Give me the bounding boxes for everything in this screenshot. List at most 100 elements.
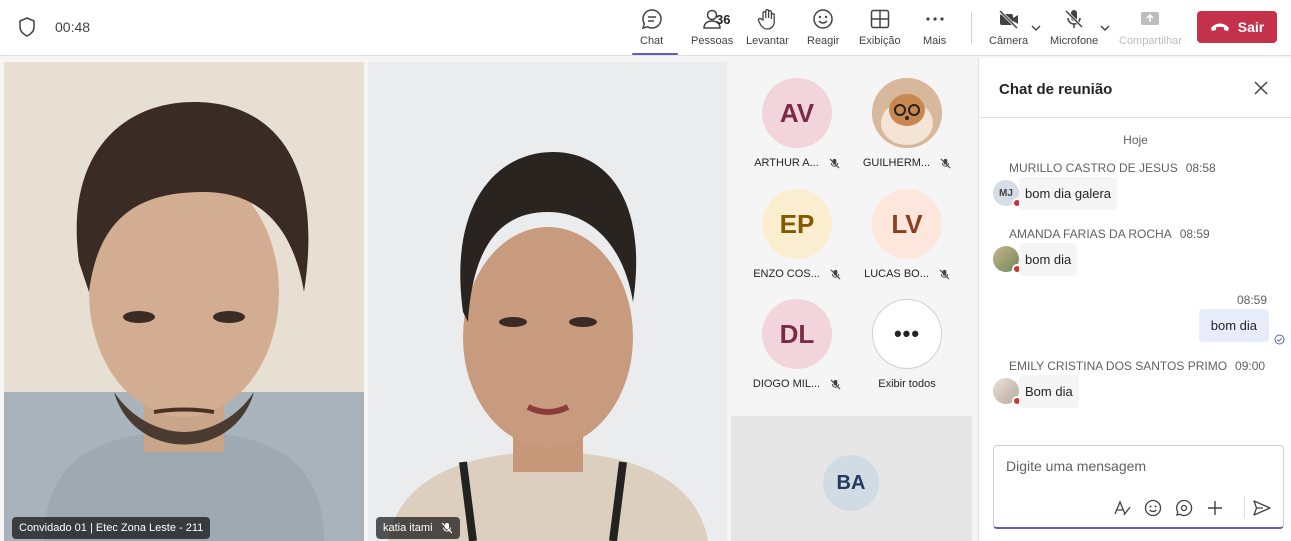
- participant-video-man: [4, 62, 364, 541]
- plus-icon[interactable]: [1205, 498, 1225, 518]
- participant-tile[interactable]: EP ENZO COS...: [742, 189, 852, 280]
- mic-off-icon: [441, 522, 452, 534]
- shield-icon: [19, 17, 35, 37]
- avatar: [993, 378, 1022, 406]
- participant-tile[interactable]: DL DIOGO MIL...: [742, 299, 852, 390]
- participant-video-woman: [368, 62, 727, 541]
- camera-button[interactable]: Câmera: [989, 8, 1028, 52]
- message-compose-box: [993, 445, 1284, 529]
- react-button[interactable]: Reagir: [807, 8, 839, 52]
- view-all-participants-button[interactable]: ••• Exibir todos: [852, 299, 962, 390]
- microphone-button[interactable]: Microfone: [1050, 8, 1098, 52]
- share-screen-icon: [1141, 12, 1160, 25]
- chat-icon: [641, 9, 662, 30]
- message-sender: MURILLO CASTRO DE JESUS: [1009, 161, 1178, 175]
- avatar: LV: [872, 189, 942, 259]
- avatar: BA: [823, 455, 879, 511]
- message-bubble: bom dia galera: [1019, 177, 1117, 210]
- participant-tile[interactable]: AV ARTHUR A...: [742, 78, 852, 169]
- raise-hand-button[interactable]: Levantar: [746, 8, 789, 52]
- participant-tile-label: ARTHUR A...: [742, 157, 852, 169]
- participant-name-tag: Convidado 01 | Etec Zona Leste - 211: [12, 517, 211, 539]
- video-tile-katia[interactable]: katia itami: [368, 62, 727, 541]
- people-label: Pessoas: [691, 35, 734, 47]
- mic-off-icon: [1065, 9, 1084, 29]
- close-icon[interactable]: [1254, 81, 1268, 95]
- more-icon: [926, 17, 944, 21]
- participant-name: ARTHUR A...: [754, 157, 819, 169]
- meeting-toolbar: 00:48 Chat Pessoas 36 Levantar Reagir Ex…: [0, 0, 1291, 56]
- message-bubble: bom dia: [1019, 243, 1078, 276]
- participant-tile-label: DIOGO MIL...: [742, 378, 852, 390]
- seen-check-icon: [1274, 334, 1285, 345]
- mic-off-icon: [939, 269, 950, 279]
- message-time: 08:59: [1179, 227, 1210, 241]
- toolbar-divider: [971, 12, 972, 44]
- participant-name-tag: katia itami: [376, 517, 460, 539]
- participant-tile-label: ENZO COS...: [742, 268, 852, 280]
- leave-label: Sair: [1237, 19, 1265, 35]
- avatar: DL: [762, 299, 832, 369]
- participant-name: LUCAS BO...: [864, 268, 929, 280]
- hang-up-phone-icon: [1210, 23, 1229, 31]
- participant-tile[interactable]: LV LUCAS BO...: [852, 189, 962, 280]
- mic-off-icon: [940, 158, 951, 168]
- message-time: 09:00: [1235, 359, 1266, 373]
- message-header: MURILLO CASTRO DE JESUS 08:58: [1009, 161, 1216, 175]
- participant-tile[interactable]: GUILHERM...: [852, 78, 962, 169]
- view-button[interactable]: Exibição: [859, 8, 901, 52]
- microphone-label: Microfone: [1050, 35, 1099, 47]
- emoji-icon[interactable]: [1143, 498, 1163, 518]
- camera-options-chevron-down-icon[interactable]: [1030, 22, 1042, 34]
- chat-header: Chat de reunião: [979, 58, 1291, 118]
- more-icon: •••: [872, 299, 942, 369]
- leave-button[interactable]: Sair: [1197, 11, 1277, 43]
- participant-name: DIOGO MIL...: [752, 378, 821, 390]
- share-button[interactable]: Compartilhar: [1119, 8, 1182, 52]
- message-time: 08:59: [1236, 293, 1267, 307]
- avatar: [993, 246, 1022, 274]
- message-header: EMILY CRISTINA DOS SANTOS PRIMO 09:00: [1009, 359, 1265, 373]
- date-divider: Hoje: [1123, 133, 1148, 147]
- participant-tile-ba[interactable]: BA: [731, 416, 972, 541]
- participant-name: Convidado 01 | Etec Zona Leste - 211: [19, 522, 204, 534]
- people-count: 36: [716, 12, 731, 27]
- raise-hand-label: Levantar: [746, 35, 789, 47]
- send-divider: [1244, 496, 1245, 518]
- smiley-icon: [813, 9, 833, 29]
- view-label: Exibição: [859, 35, 901, 47]
- share-label: Compartilhar: [1119, 35, 1182, 47]
- chat-button[interactable]: Chat: [640, 8, 663, 52]
- mic-off-icon: [830, 269, 841, 279]
- participant-gallery: AV ARTHUR A... GUILHERM... EP ENZO COS..…: [731, 62, 972, 411]
- participant-name: GUILHERM...: [862, 157, 931, 169]
- message-input[interactable]: [1006, 458, 1266, 474]
- avatar: AV: [762, 78, 832, 148]
- message-sender: AMANDA FARIAS DA ROCHA: [1009, 227, 1172, 241]
- message-bubble: Bom dia: [1019, 375, 1079, 408]
- message-sender: EMILY CRISTINA DOS SANTOS PRIMO: [1009, 359, 1228, 373]
- more-label: Mais: [923, 35, 947, 47]
- meeting-chat-panel: Chat de reunião Hoje MURILLO CASTRO DE J…: [978, 58, 1291, 541]
- dog-photo-avatar: [872, 78, 942, 148]
- loop-sticker-icon[interactable]: [1174, 498, 1194, 518]
- react-label: Reagir: [807, 35, 840, 47]
- avatar: MJ: [993, 180, 1022, 208]
- message-header: AMANDA FARIAS DA ROCHA 08:59: [1009, 227, 1210, 241]
- video-tile-guest[interactable]: Convidado 01 | Etec Zona Leste - 211: [4, 62, 364, 541]
- meeting-timer: 00:48: [55, 19, 91, 35]
- compose-toolbar: [1112, 498, 1225, 518]
- more-button[interactable]: Mais: [923, 8, 946, 52]
- microphone-options-chevron-down-icon[interactable]: [1099, 22, 1111, 34]
- dog-photo-icon: [872, 78, 942, 148]
- chat-active-indicator: [632, 53, 678, 55]
- hand-icon: [758, 9, 776, 30]
- avatar: EP: [762, 189, 832, 259]
- camera-label: Câmera: [989, 35, 1029, 47]
- my-message-bubble: bom dia: [1198, 309, 1269, 342]
- participant-tile-label: GUILHERM...: [852, 157, 962, 169]
- send-icon[interactable]: [1252, 499, 1272, 517]
- participant-name: ENZO COS...: [753, 268, 820, 280]
- grid-view-icon: [870, 9, 890, 29]
- format-pen-icon[interactable]: [1112, 498, 1132, 518]
